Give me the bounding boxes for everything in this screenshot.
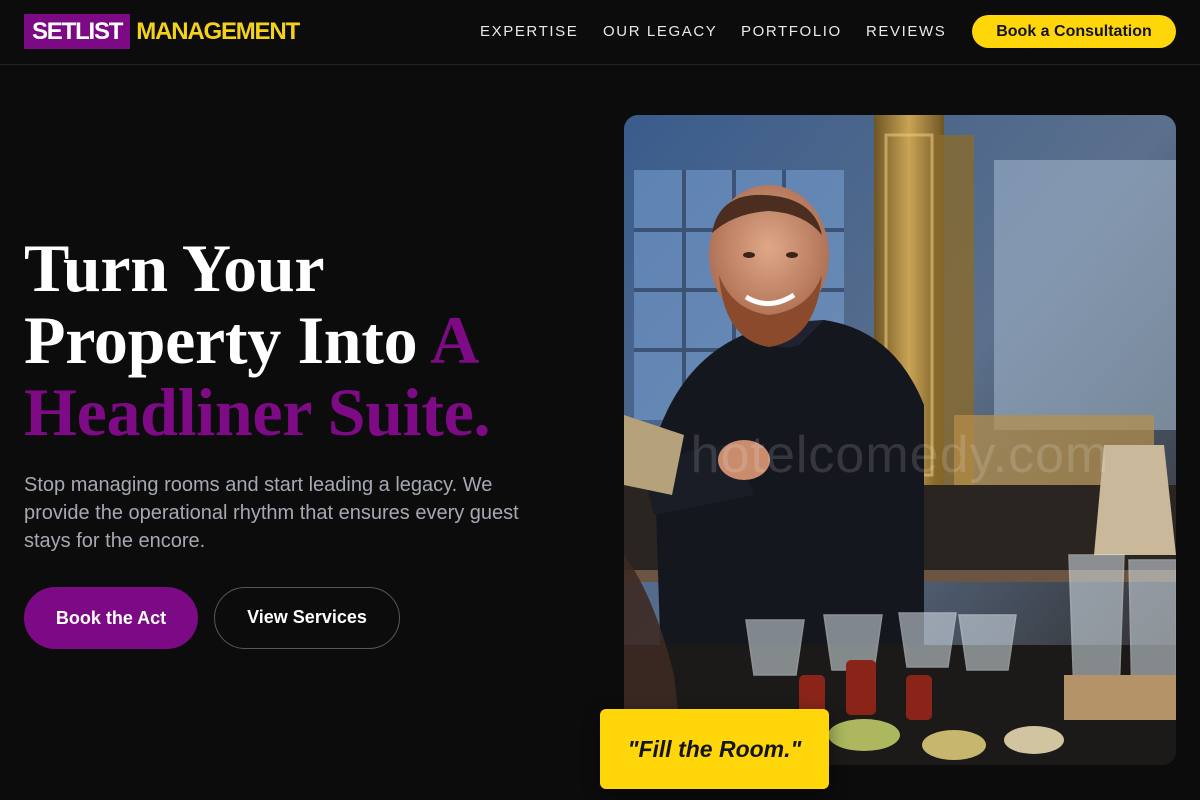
nav-link-reviews[interactable]: REVIEWS (866, 23, 946, 40)
nav-link-expertise[interactable]: EXPERTISE (480, 23, 578, 40)
headline-line-2: Property Into (24, 302, 418, 378)
fill-the-room-quote-card: "Fill the Room." (600, 709, 829, 789)
book-consultation-button[interactable]: Book a Consultation (972, 15, 1176, 48)
book-the-act-button[interactable]: Book the Act (24, 587, 198, 649)
hero-photo: hotelcomedy.com (624, 115, 1176, 765)
brand-logo[interactable]: SETLIST MANAGEMENT (24, 14, 300, 49)
view-services-button[interactable]: View Services (214, 587, 400, 649)
headline-line-1: Turn Your (24, 230, 325, 306)
headline-line-3: Headliner Suite. (24, 374, 491, 450)
logo-highlight-text: SETLIST (24, 14, 131, 49)
photo-watermark: hotelcomedy.com (690, 426, 1110, 484)
quote-text: "Fill the Room." (627, 735, 802, 762)
top-navigation: SETLIST MANAGEMENT EXPERTISE OUR LEGACY … (0, 0, 1200, 65)
hero-headline: Turn Your Property Into A Headliner Suit… (24, 232, 584, 448)
logo-text: MANAGEMENT (136, 18, 300, 45)
hero-subcopy: Stop managing rooms and start leading a … (24, 474, 519, 552)
nav-link-our-legacy[interactable]: OUR LEGACY (603, 23, 717, 40)
headline-accent-word: A (430, 302, 480, 378)
nav-link-portfolio[interactable]: PORTFOLIO (741, 23, 842, 40)
